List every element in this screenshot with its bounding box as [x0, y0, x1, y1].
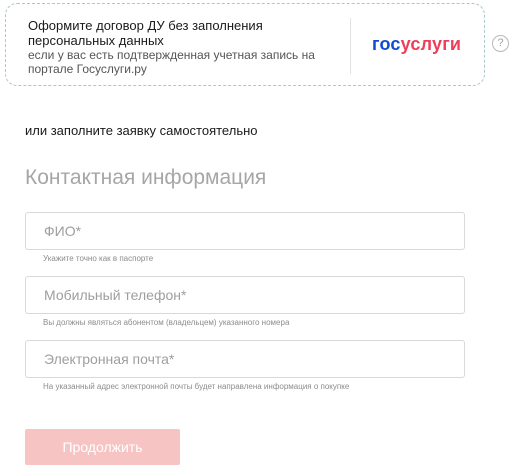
phone-input[interactable] — [26, 277, 464, 313]
manual-fill-label: или заполните заявку самостоятельно — [25, 123, 258, 138]
continue-button[interactable]: Продолжить — [25, 429, 180, 465]
email-hint: На указанный адрес электронной почты буд… — [43, 382, 350, 391]
full-name-hint: Укажите точно как в паспорте — [43, 254, 154, 263]
help-icon[interactable]: ? — [492, 35, 509, 52]
gosuslugi-login-card[interactable]: Оформите договор ДУ без заполнения персо… — [5, 3, 485, 86]
card-subtitle: если у вас есть подтвержденная учетная з… — [28, 48, 315, 76]
section-title: Контактная информация — [25, 166, 267, 189]
gosuslugi-logo[interactable]: госуслуги — [372, 34, 461, 55]
email-field[interactable] — [25, 340, 465, 378]
card-divider — [350, 18, 351, 74]
email-input[interactable] — [26, 341, 464, 377]
card-title: Оформите договор ДУ без заполнения персо… — [28, 18, 263, 48]
full-name-input[interactable] — [26, 213, 464, 249]
full-name-field[interactable] — [25, 212, 465, 250]
phone-field[interactable] — [25, 276, 465, 314]
logo-part-gos: гос — [372, 34, 401, 54]
phone-hint: Вы должны являться абонентом (владельцем… — [43, 318, 290, 327]
logo-part-uslugi: услуги — [400, 34, 462, 54]
